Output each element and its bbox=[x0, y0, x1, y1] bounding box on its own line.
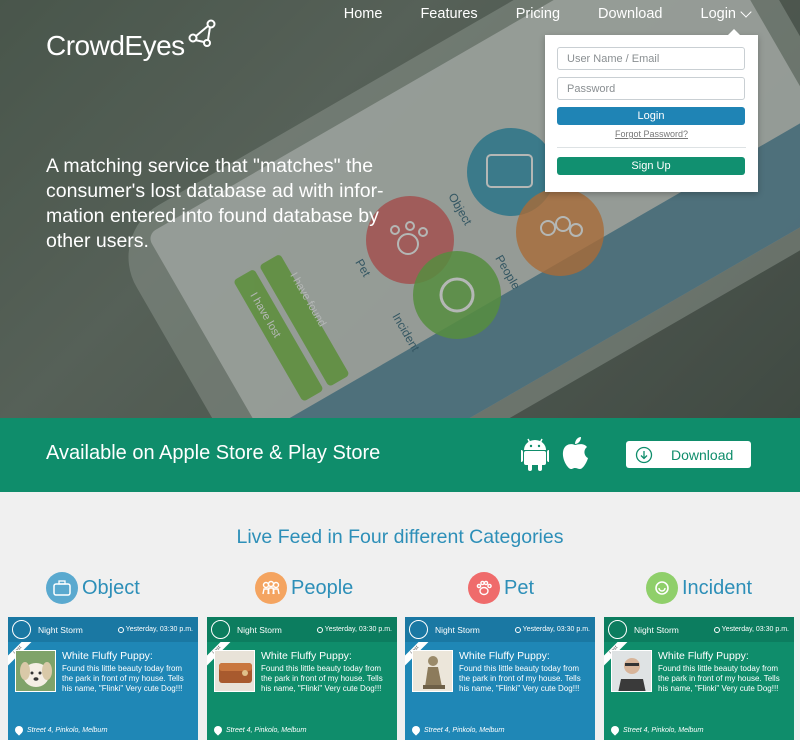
forgot-password-link[interactable]: Forgot Password? bbox=[557, 129, 746, 139]
download-button[interactable]: Download bbox=[626, 441, 751, 468]
download-button-label: Download bbox=[671, 446, 734, 463]
card-username[interactable]: Night Storm bbox=[237, 625, 282, 635]
login-dropdown: Login Forgot Password? Sign Up bbox=[545, 29, 758, 192]
feed-card-people[interactable]: Night Storm Yesterday, 03:30 p.m. Lost W… bbox=[207, 617, 397, 740]
card-location: Street 4, Pinkolo, Melburn bbox=[27, 726, 108, 734]
location-pin-icon bbox=[410, 724, 422, 736]
location-pin-icon bbox=[609, 724, 621, 736]
android-icon[interactable] bbox=[521, 437, 549, 471]
card-footer: Street 4, Pinkolo, Melburn bbox=[8, 720, 198, 740]
people-icon bbox=[255, 572, 287, 604]
nav-features[interactable]: Features bbox=[420, 6, 477, 22]
incident-icon bbox=[646, 572, 678, 604]
card-body: Lost White Fluffy Puppy: Found this litt… bbox=[405, 642, 595, 720]
feed-title: Live Feed in Four different Categories bbox=[236, 526, 564, 548]
card-title: White Fluffy Puppy: bbox=[261, 650, 352, 662]
category-object-label: Object bbox=[82, 576, 140, 599]
card-body: Lost White Fluffy Puppy: Found this litt… bbox=[604, 642, 794, 720]
login-button[interactable]: Login bbox=[557, 107, 745, 125]
nav-download[interactable]: Download bbox=[598, 6, 663, 22]
signup-button[interactable]: Sign Up bbox=[557, 157, 745, 175]
category-pet-label: Pet bbox=[504, 576, 535, 599]
card-location: Street 4, Pinkolo, Melburn bbox=[623, 726, 704, 734]
card-text: Found this little beauty today from the … bbox=[62, 664, 184, 693]
card-header: Night Storm Yesterday, 03:30 p.m. bbox=[8, 617, 198, 642]
paw-icon bbox=[468, 572, 500, 604]
category-people[interactable]: People bbox=[255, 572, 353, 604]
location-pin-icon bbox=[13, 724, 25, 736]
chevron-down-icon bbox=[740, 6, 752, 18]
password-input[interactable] bbox=[557, 77, 745, 100]
category-pet[interactable]: Pet bbox=[468, 572, 534, 604]
card-header: Night Storm Yesterday, 03:30 p.m. bbox=[604, 617, 794, 642]
clock-icon bbox=[316, 626, 323, 633]
card-time-text: Yesterday, 03:30 p.m. bbox=[721, 626, 789, 633]
clock-icon bbox=[117, 626, 124, 633]
wallet-thumbnail[interactable] bbox=[214, 650, 255, 692]
card-time: Yesterday, 03:30 p.m. bbox=[713, 626, 789, 633]
card-username[interactable]: Night Storm bbox=[38, 625, 83, 635]
card-username[interactable]: Night Storm bbox=[435, 625, 480, 635]
download-icon bbox=[635, 446, 653, 463]
username-input[interactable] bbox=[557, 47, 745, 70]
statue-thumbnail[interactable] bbox=[412, 650, 453, 692]
avatar[interactable] bbox=[12, 620, 31, 639]
apple-icon[interactable] bbox=[561, 436, 589, 470]
network-icon bbox=[188, 19, 216, 47]
card-time: Yesterday, 03:30 p.m. bbox=[117, 626, 193, 633]
nav-home[interactable]: Home bbox=[344, 6, 383, 22]
briefcase-icon bbox=[46, 572, 78, 604]
card-time-text: Yesterday, 03:30 p.m. bbox=[324, 626, 392, 633]
category-people-label: People bbox=[291, 576, 354, 599]
card-footer: Street 4, Pinkolo, Melburn bbox=[405, 720, 595, 740]
category-incident-label: Incident bbox=[682, 576, 753, 599]
puppy-thumbnail[interactable] bbox=[15, 650, 56, 692]
card-title: White Fluffy Puppy: bbox=[62, 650, 153, 662]
nav-login-label: Login bbox=[700, 6, 736, 22]
card-time-text: Yesterday, 03:30 p.m. bbox=[522, 626, 590, 633]
feed-card-incident[interactable]: Night Storm Yesterday, 03:30 p.m. Lost W… bbox=[604, 617, 794, 740]
category-incident[interactable]: Incident bbox=[646, 572, 752, 604]
card-body: Lost White Fluffy Puppy: Found this litt… bbox=[207, 642, 397, 720]
card-time: Yesterday, 03:30 p.m. bbox=[514, 626, 590, 633]
card-header: Night Storm Yesterday, 03:30 p.m. bbox=[207, 617, 397, 642]
feed-card-pet[interactable]: Night Storm Yesterday, 03:30 p.m. Lost W… bbox=[405, 617, 595, 740]
login-divider bbox=[557, 147, 746, 148]
card-header: Night Storm Yesterday, 03:30 p.m. bbox=[405, 617, 595, 642]
nav-login[interactable]: Login bbox=[700, 6, 752, 22]
card-body: Lost White Fluffy Puppy: Found this litt… bbox=[8, 642, 198, 720]
card-time: Yesterday, 03:30 p.m. bbox=[316, 626, 392, 633]
avatar[interactable] bbox=[409, 620, 428, 639]
card-title: White Fluffy Puppy: bbox=[459, 650, 550, 662]
top-nav: Home Features Pricing Download Login bbox=[344, 0, 800, 28]
card-footer: Street 4, Pinkolo, Melburn bbox=[604, 720, 794, 740]
avatar[interactable] bbox=[608, 620, 627, 639]
location-pin-icon bbox=[212, 724, 224, 736]
card-title: White Fluffy Puppy: bbox=[658, 650, 749, 662]
clock-icon bbox=[514, 626, 521, 633]
hero-tagline: A matching service that "matches" the co… bbox=[46, 155, 384, 252]
category-object[interactable]: Object bbox=[46, 572, 140, 604]
store-banner-text: Available on Apple Store & Play Store bbox=[46, 442, 381, 464]
brand-name: CrowdEyes bbox=[46, 30, 185, 61]
person-thumbnail[interactable] bbox=[611, 650, 652, 692]
card-text: Found this little beauty today from the … bbox=[459, 664, 581, 693]
card-location: Street 4, Pinkolo, Melburn bbox=[424, 726, 505, 734]
card-time-text: Yesterday, 03:30 p.m. bbox=[125, 626, 193, 633]
clock-icon bbox=[713, 626, 720, 633]
card-text: Found this little beauty today from the … bbox=[658, 664, 780, 693]
avatar[interactable] bbox=[211, 620, 230, 639]
card-location: Street 4, Pinkolo, Melburn bbox=[226, 726, 307, 734]
nav-pricing[interactable]: Pricing bbox=[516, 6, 560, 22]
feed-card-object[interactable]: Night Storm Yesterday, 03:30 p.m. Lost W… bbox=[8, 617, 198, 740]
card-footer: Street 4, Pinkolo, Melburn bbox=[207, 720, 397, 740]
brand-logo[interactable]: CrowdEyes bbox=[46, 18, 217, 62]
card-username[interactable]: Night Storm bbox=[634, 625, 679, 635]
card-text: Found this little beauty today from the … bbox=[261, 664, 383, 693]
